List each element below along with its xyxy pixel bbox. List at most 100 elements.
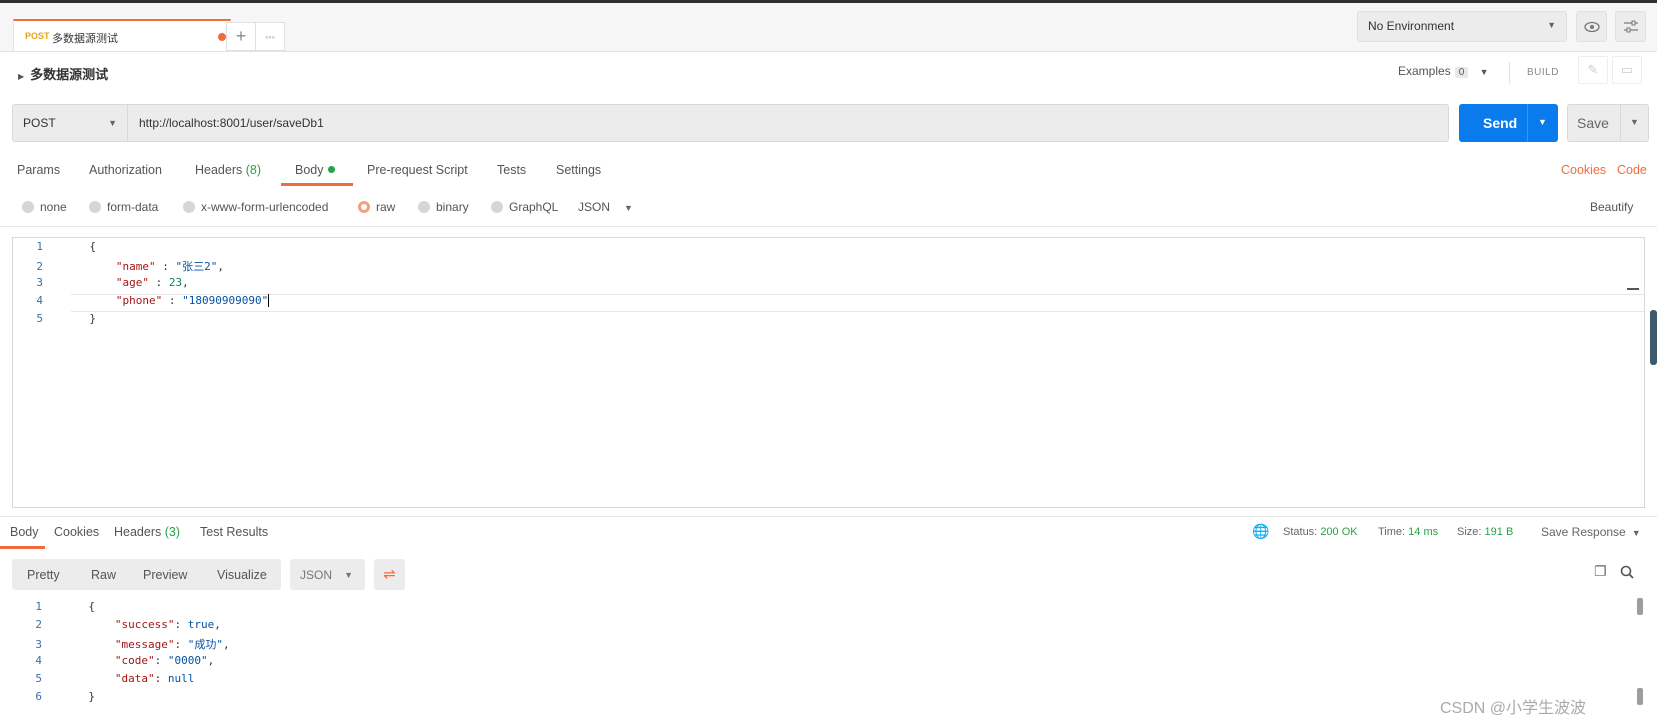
copy-icon[interactable]: ❐ — [1594, 563, 1607, 580]
scrollbar-thumb[interactable] — [1637, 688, 1643, 705]
radio-icon — [89, 201, 101, 213]
build-mode-label[interactable]: BUILD — [1527, 67, 1559, 78]
response-tab-cookies[interactable]: Cookies — [54, 525, 99, 539]
tab-headers[interactable]: Headers (8) — [195, 163, 261, 177]
chevron-down-icon[interactable]: ▼ — [1538, 117, 1547, 127]
examples-count: 0 — [1454, 67, 1469, 78]
save-response-button[interactable]: Save Response ▼ — [1541, 525, 1641, 539]
method-select[interactable]: POST ▼ — [13, 105, 128, 141]
code-text: { — [89, 240, 96, 253]
code-text: "18090909090" — [182, 294, 269, 307]
response-format-select[interactable]: JSON ▼ — [290, 559, 365, 590]
scrollbar-thumb[interactable] — [1637, 598, 1643, 615]
chevron-down-icon: ▼ — [624, 203, 633, 213]
save-label: Save — [1577, 115, 1609, 131]
body-type-graphql[interactable]: GraphQL — [491, 200, 558, 214]
comment-icon: ▭ — [1620, 62, 1634, 77]
line-number: 4 — [35, 654, 42, 667]
code-text: "成功" — [187, 638, 223, 651]
manage-environments-button[interactable] — [1615, 11, 1646, 42]
raw-format-value: JSON — [578, 200, 611, 214]
request-tab-active[interactable]: POST 多数据源测试 — [13, 19, 231, 51]
code-text: "张三2" — [175, 260, 218, 273]
line-number: 5 — [36, 312, 43, 325]
examples-dropdown[interactable]: Examples 0 ▼ — [1398, 64, 1489, 78]
body-type-none[interactable]: none — [22, 200, 67, 214]
tab-settings[interactable]: Settings — [556, 163, 601, 177]
search-icon[interactable] — [1620, 565, 1634, 579]
cookies-link[interactable]: Cookies — [1561, 163, 1606, 177]
tab-body[interactable]: Body — [295, 163, 335, 177]
view-raw-button[interactable]: Raw — [91, 568, 116, 582]
tab-authorization[interactable]: Authorization — [89, 163, 162, 177]
current-line-highlight — [71, 294, 1644, 312]
response-tab-body[interactable]: Body — [10, 525, 39, 539]
side-panel-handle[interactable] — [1650, 310, 1657, 365]
status-label: Status: — [1283, 526, 1318, 538]
chevron-down-icon: ▼ — [1547, 20, 1556, 30]
size-label: Size: — [1457, 526, 1482, 538]
environment-select[interactable]: No Environment ▼ — [1357, 11, 1567, 42]
save-button[interactable]: Save ▼ — [1567, 104, 1649, 142]
code-text: 23 — [168, 276, 183, 289]
view-preview-button[interactable]: Preview — [143, 568, 187, 582]
chevron-down-icon: ▼ — [108, 118, 117, 128]
environment-quick-look-button[interactable] — [1576, 11, 1607, 42]
body-type-binary-label: binary — [436, 200, 469, 214]
line-number: 1 — [36, 240, 43, 253]
request-title[interactable]: ▶ 多数据源测试 — [18, 64, 108, 83]
tab-options-button[interactable]: ◦◦◦ — [255, 22, 285, 51]
url-input[interactable]: http://localhost:8001/user/saveDb1 — [139, 116, 324, 130]
active-tab-underline — [281, 183, 353, 186]
wrap-lines-button[interactable]: ⇌ — [374, 559, 405, 590]
watermark: CSDN @小学生波波 — [1440, 700, 1587, 717]
tab-tests[interactable]: Tests — [497, 163, 526, 177]
environment-selected: No Environment — [1368, 19, 1455, 33]
caret-right-icon: ▶ — [18, 72, 25, 81]
beautify-link[interactable]: Beautify — [1590, 200, 1633, 214]
body-type-binary[interactable]: binary — [418, 200, 469, 214]
response-body-viewer[interactable]: 1 { 2 "success": true, 3 "message": "成功"… — [12, 598, 1645, 718]
radio-icon — [418, 201, 430, 213]
line-number: 4 — [36, 294, 43, 307]
save-response-label: Save Response — [1541, 525, 1626, 539]
tab-params[interactable]: Params — [17, 163, 60, 177]
unsaved-indicator — [218, 33, 226, 41]
line-number: 3 — [35, 638, 42, 651]
chevron-down-icon[interactable]: ▼ — [1630, 117, 1639, 127]
divider — [0, 516, 1657, 517]
line-number: 1 — [35, 600, 42, 613]
chevron-down-icon: ▼ — [344, 570, 353, 580]
time-label: Time: — [1378, 526, 1406, 538]
response-tab-headers[interactable]: Headers (3) — [114, 525, 180, 539]
response-time: Time: 14 ms — [1378, 526, 1438, 538]
divider — [1620, 105, 1621, 141]
raw-format-select[interactable]: JSON ▼ — [578, 200, 633, 214]
globe-icon[interactable]: 🌐 — [1252, 523, 1269, 540]
divider — [1509, 62, 1510, 84]
send-button[interactable]: Send ▼ — [1459, 104, 1558, 142]
request-body-editor[interactable]: 1 { 2 "name" : "张三2", 3 "age" : 23, 4 "p… — [12, 237, 1645, 508]
active-tab-underline — [0, 546, 45, 549]
code-link[interactable]: Code — [1617, 163, 1647, 177]
view-visualize-button[interactable]: Visualize — [217, 568, 267, 582]
tab-headers-label: Headers — [195, 163, 243, 177]
radio-icon — [491, 201, 503, 213]
radio-icon — [183, 201, 195, 213]
body-type-urlencoded[interactable]: x-www-form-urlencoded — [183, 200, 328, 214]
code-text: "code" — [114, 654, 155, 667]
sliders-icon — [1623, 20, 1638, 33]
response-tab-headers-label: Headers — [114, 525, 162, 539]
minimap-marker — [1627, 288, 1639, 290]
chevron-down-icon: ▼ — [1479, 67, 1489, 77]
response-tab-test-results[interactable]: Test Results — [200, 525, 268, 539]
send-label: Send — [1483, 115, 1518, 131]
new-tab-button[interactable]: + — [226, 22, 256, 51]
edit-button[interactable]: ✎ — [1578, 56, 1608, 84]
body-type-raw[interactable]: raw — [358, 200, 395, 214]
comments-button[interactable]: ▭ — [1612, 56, 1642, 84]
plus-icon: + — [235, 26, 247, 46]
view-pretty-button[interactable]: Pretty — [27, 568, 60, 582]
tab-pre-request-script[interactable]: Pre-request Script — [367, 163, 468, 177]
body-type-form-data[interactable]: form-data — [89, 200, 158, 214]
